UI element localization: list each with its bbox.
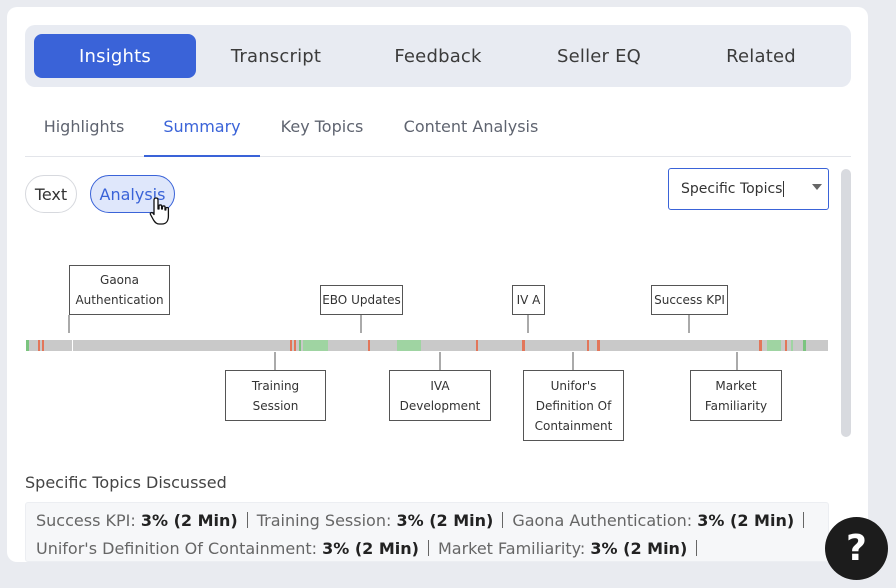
timeline-track — [26, 340, 828, 351]
stat-value: 3% (2 Min) — [140, 511, 238, 530]
stat-value: 3% (2 Min) — [322, 539, 419, 558]
stat-name: Gaona Authentication: — [512, 511, 693, 530]
label-line: IVA — [430, 378, 450, 393]
stat-value: 3% (2 Min) — [590, 539, 688, 558]
stats-row: Unifor's Definition Of Containment: 3% (… — [36, 539, 706, 558]
label-line: Development — [399, 398, 481, 413]
label-line: Success KPI — [654, 293, 725, 307]
label-line: Training — [251, 378, 300, 393]
label-line: Market — [715, 378, 757, 393]
timeline-segment — [294, 340, 296, 351]
stat-market-familiarity: Market Familiarity: 3% (2 Min) — [438, 539, 687, 558]
stat-name: Training Session: — [256, 511, 392, 530]
stat-success-kpi: Success KPI: 3% (2 Min) — [36, 511, 238, 530]
stat-value: 3% (2 Min) — [697, 511, 795, 530]
label-line: Authentication — [75, 293, 164, 307]
timeline-label-training-session[interactable]: Training Session — [225, 370, 326, 421]
timeline-segment — [759, 340, 762, 351]
timeline-segment — [290, 340, 292, 351]
insights-panel: Insights Transcript Feedback Seller EQ R… — [7, 7, 868, 562]
timeline-segment — [587, 340, 589, 351]
timeline-segment — [26, 340, 29, 351]
timeline-segment — [522, 340, 525, 351]
label-line: IV A — [516, 293, 541, 307]
label-line: Gaona — [100, 273, 139, 287]
topic-stats-box: Success KPI: 3% (2 Min) Training Session:… — [25, 502, 829, 562]
timeline-segment — [299, 340, 301, 351]
timeline-label-unifors-definition-of-containment[interactable]: Unifor's Definition Of Containment — [523, 370, 624, 441]
stat-unifors-definition: Unifor's Definition Of Containment: 3% (… — [36, 539, 419, 558]
timeline-label-iv-a[interactable]: IV A — [512, 285, 545, 315]
section-title: Specific Topics Discussed — [25, 473, 227, 492]
timeline-label-success-kpi[interactable]: Success KPI — [651, 285, 728, 315]
timeline-segment — [785, 340, 787, 351]
label-line: Definition Of — [535, 398, 612, 413]
timeline-label-ebo-updates[interactable]: EBO Updates — [320, 285, 403, 315]
timeline-segment — [38, 340, 40, 351]
label-line: EBO Updates — [322, 293, 401, 307]
timeline-segment — [303, 340, 328, 351]
timeline-segment — [72, 340, 73, 351]
stat-name: Market Familiarity: — [437, 539, 586, 558]
timeline-label-market-familiarity[interactable]: Market Familiarity — [690, 370, 782, 421]
timeline-segment — [767, 340, 781, 351]
timeline-segment — [397, 340, 421, 351]
timeline-label-iva-development[interactable]: IVA Development — [389, 370, 491, 421]
divider — [803, 512, 805, 528]
stat-value: 3% (2 Min) — [396, 511, 494, 530]
timeline-segment — [597, 340, 600, 351]
stat-name: Success KPI: — [36, 511, 136, 530]
timeline-segment — [476, 340, 478, 351]
label-line: Unifor's — [550, 378, 597, 393]
stat-name: Unifor's Definition Of Containment: — [36, 539, 317, 558]
label-line: Familiarity — [704, 398, 768, 413]
stat-training-session: Training Session: 3% (2 Min) — [257, 511, 494, 530]
label-line: Session — [252, 398, 299, 413]
timeline-segment — [803, 340, 806, 351]
divider — [246, 512, 248, 528]
timeline-segment — [42, 340, 44, 351]
stat-gaona-authentication: Gaona Authentication: 3% (2 Min) — [512, 511, 794, 530]
divider — [502, 512, 504, 528]
help-button[interactable]: ? — [825, 517, 888, 580]
label-line: Containment — [534, 418, 613, 433]
timeline-label-gaona-authentication[interactable]: Gaona Authentication — [69, 265, 170, 315]
timeline-segment — [368, 340, 370, 351]
divider — [427, 540, 429, 556]
timeline-segment — [791, 340, 793, 351]
divider — [696, 540, 698, 556]
stats-row: Success KPI: 3% (2 Min) Training Session:… — [36, 511, 813, 530]
